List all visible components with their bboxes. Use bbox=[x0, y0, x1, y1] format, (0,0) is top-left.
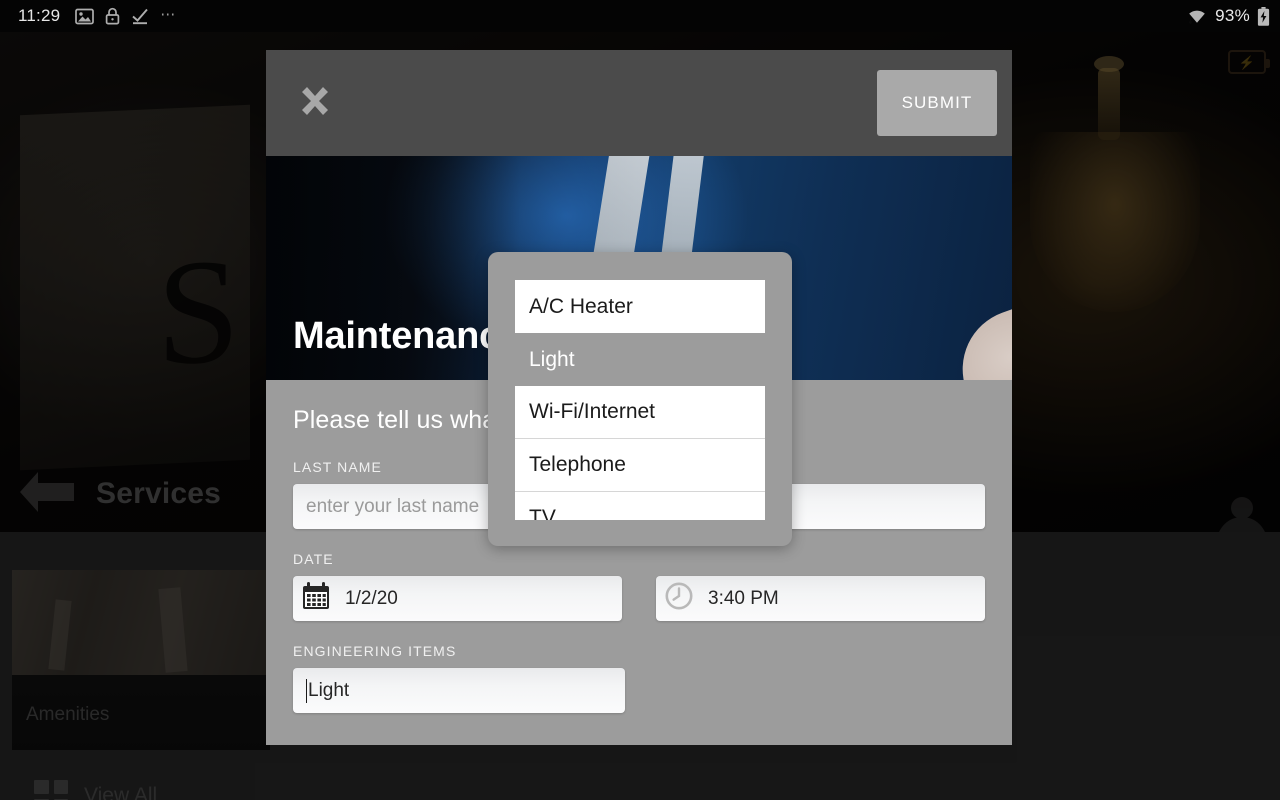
calendar-icon bbox=[301, 581, 331, 617]
lock-icon bbox=[105, 7, 120, 25]
date-time-row: 1/2/20 3:40 PM bbox=[293, 576, 985, 621]
clock-icon bbox=[664, 581, 694, 617]
engineering-items-label: ENGINEERING ITEMS bbox=[293, 643, 457, 659]
battery-percent-label: 93% bbox=[1215, 6, 1250, 25]
image-icon bbox=[75, 8, 95, 25]
android-status-bar: 11:29 ⋯ 93% bbox=[0, 0, 1280, 32]
dropdown-option-tv[interactable]: TV bbox=[515, 492, 765, 520]
time-field-group: 3:40 PM bbox=[656, 576, 985, 621]
text-caret bbox=[306, 678, 307, 703]
engineering-items-value: Light bbox=[308, 679, 350, 701]
battery-charging-icon bbox=[1257, 6, 1270, 26]
banner-title: Maintenance bbox=[293, 315, 521, 357]
dropdown-option-wifi-internet[interactable]: Wi-Fi/Internet bbox=[515, 386, 765, 439]
engineering-items-dropdown[interactable]: A/C Heater Light Wi-Fi/Internet Telephon… bbox=[488, 252, 792, 546]
dropdown-option-telephone[interactable]: Telephone bbox=[515, 439, 765, 492]
more-dots-icon: ⋯ bbox=[160, 6, 177, 23]
date-field-group: 1/2/20 bbox=[293, 576, 622, 621]
date-time-section: DATE 1/2/20 3:40 PM bbox=[293, 551, 985, 621]
modal-header: SUBMIT bbox=[266, 50, 1012, 156]
dropdown-scroll-area[interactable]: A/C Heater Light Wi-Fi/Internet Telephon… bbox=[515, 280, 765, 520]
dropdown-option-ac-heater[interactable]: A/C Heater bbox=[515, 280, 765, 333]
time-value: 3:40 PM bbox=[708, 587, 779, 609]
close-icon[interactable] bbox=[292, 80, 338, 126]
date-input[interactable]: 1/2/20 bbox=[293, 576, 622, 621]
status-bar-right: 93% bbox=[1186, 6, 1270, 26]
date-label: DATE bbox=[293, 551, 334, 567]
dropdown-option-light[interactable]: Light bbox=[515, 333, 765, 386]
submit-button[interactable]: SUBMIT bbox=[877, 70, 997, 136]
status-bar-left: 11:29 ⋯ bbox=[18, 5, 177, 27]
status-bar-clock: 11:29 bbox=[18, 6, 61, 25]
engineering-items-section: ENGINEERING ITEMS Light bbox=[293, 643, 985, 713]
engineering-items-input[interactable]: Light bbox=[293, 668, 625, 713]
time-input[interactable]: 3:40 PM bbox=[656, 576, 985, 621]
check-download-icon bbox=[131, 7, 149, 25]
wifi-icon bbox=[1186, 7, 1208, 25]
date-value: 1/2/20 bbox=[345, 587, 398, 609]
